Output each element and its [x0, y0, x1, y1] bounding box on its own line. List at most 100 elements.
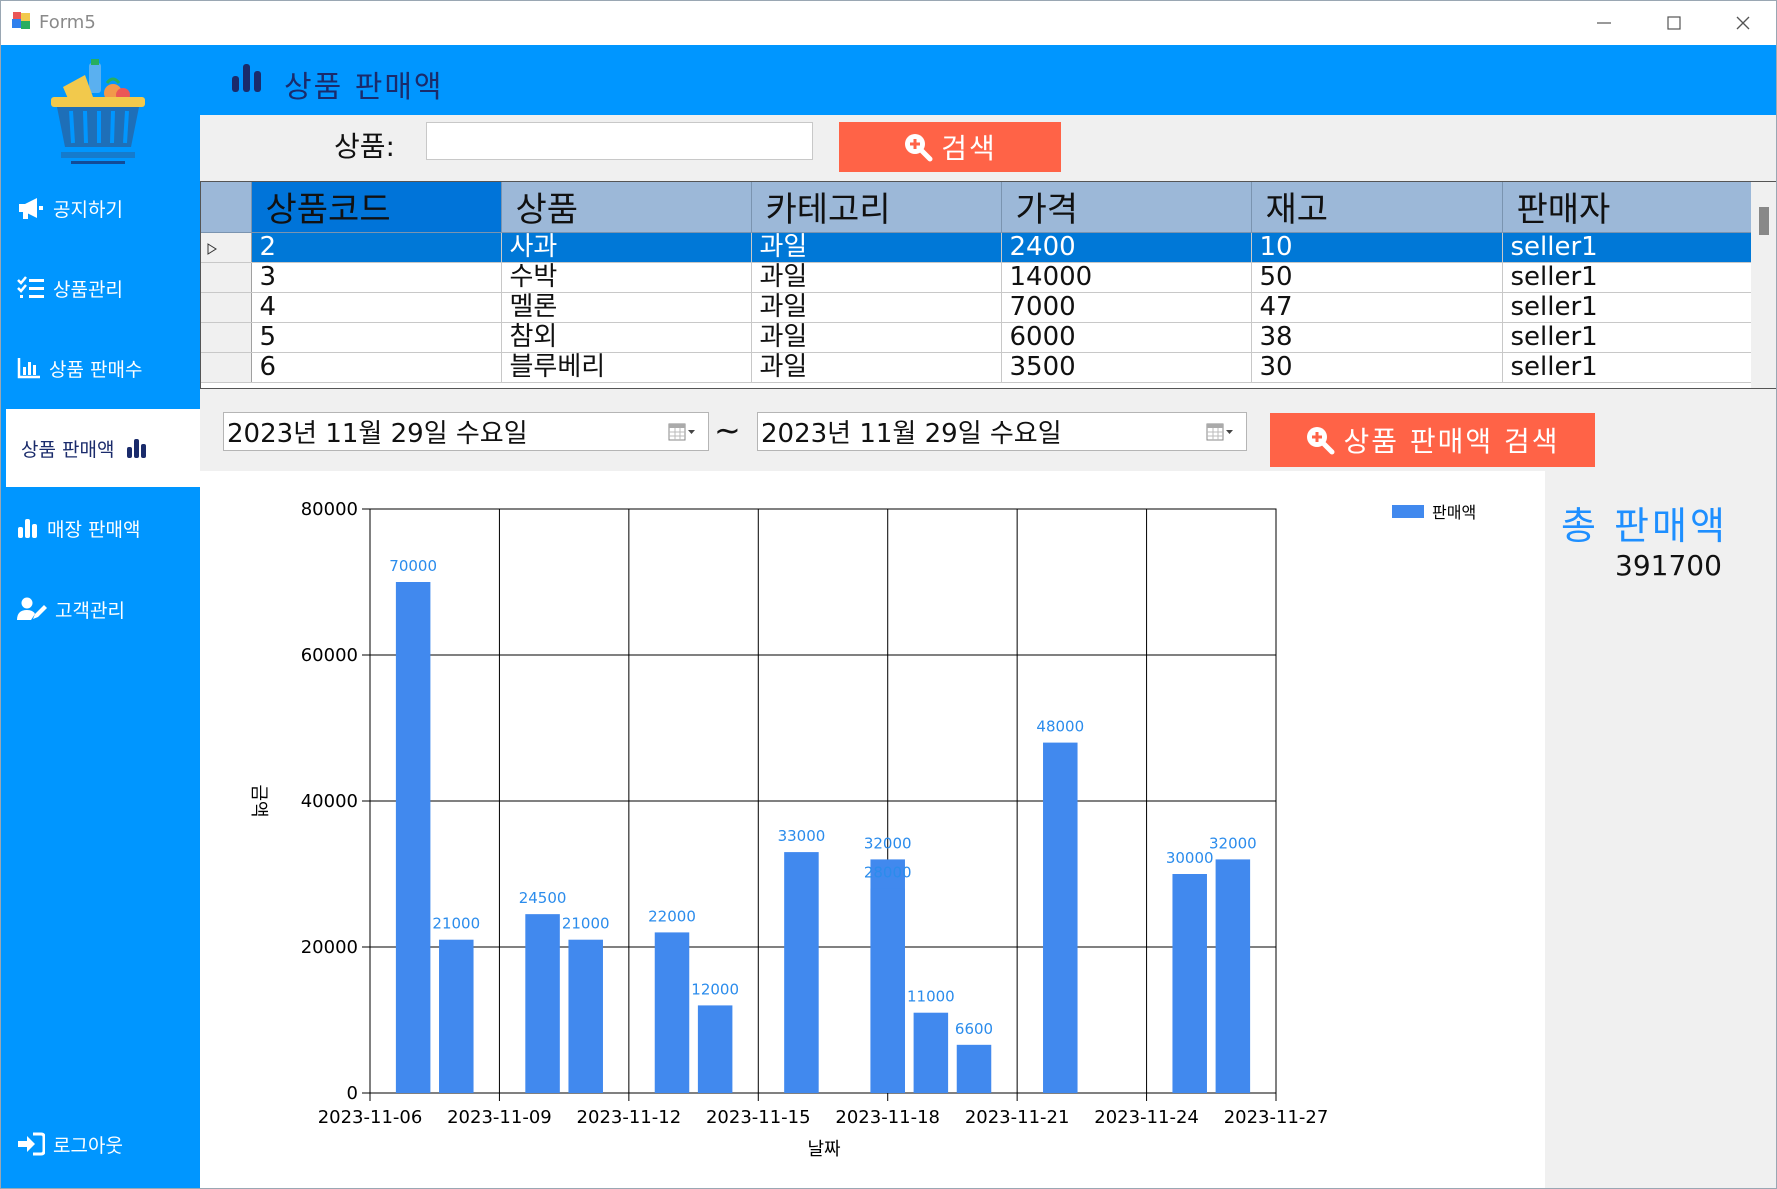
row-header[interactable] — [201, 352, 252, 383]
sidebar-item-customer-manage[interactable]: 고객관리 — [1, 570, 200, 648]
close-button[interactable] — [1708, 1, 1776, 45]
table-cell[interactable]: 2 — [251, 232, 502, 263]
row-header[interactable] — [201, 262, 252, 293]
product-search-input[interactable] — [426, 122, 813, 160]
bar — [395, 582, 431, 1093]
y-tick-label: 40000 — [301, 791, 358, 812]
bar — [525, 914, 560, 1093]
x-tick-label: 2023-11-24 — [1094, 1107, 1199, 1128]
x-tick-label: 2023-11-09 — [447, 1107, 552, 1128]
data-label: 24500 — [519, 889, 567, 907]
logout-button[interactable]: 로그아웃 — [1, 1105, 200, 1183]
sidebar-item-product-manage[interactable]: 상품관리 — [1, 249, 200, 327]
data-label: 33000 — [778, 827, 826, 845]
table-cell[interactable]: 6000 — [1001, 322, 1252, 353]
table-cell[interactable]: seller1 — [1502, 262, 1753, 293]
table-row[interactable]: 3 수박 과일 14000 50 seller1 — [201, 262, 1753, 293]
y-axis-title: 금액 — [248, 784, 269, 817]
table-scrollbar[interactable] — [1751, 182, 1776, 388]
table-cell[interactable]: 과일 — [751, 352, 1002, 383]
column-header-product[interactable]: 상품 — [501, 182, 752, 233]
sidebar-item-notice[interactable]: 공지하기 — [1, 169, 200, 247]
table-cell[interactable]: seller1 — [1502, 292, 1753, 323]
end-date-value: 2023년 11월 29일 수요일 — [761, 419, 1062, 449]
table-row[interactable]: 5 참외 과일 6000 38 seller1 — [201, 322, 1753, 353]
y-tick-label: 20000 — [301, 937, 358, 958]
table-cell[interactable]: 수박 — [501, 262, 752, 293]
logout-icon — [18, 1132, 45, 1156]
data-label: 32000 — [1209, 834, 1257, 852]
column-header-category[interactable]: 카테고리 — [751, 182, 1002, 233]
calendar-dropdown-icon[interactable] — [668, 423, 696, 441]
table-cell[interactable]: 과일 — [751, 322, 1002, 353]
maximize-icon — [1667, 16, 1681, 30]
column-header-stock[interactable]: 재고 — [1251, 182, 1503, 233]
sidebar-item-label: 상품 판매수 — [49, 358, 143, 381]
table-cell[interactable]: seller1 — [1502, 322, 1753, 353]
end-date-picker[interactable]: 2023년 11월 29일 수요일 — [757, 412, 1247, 451]
table-cell[interactable]: 3500 — [1001, 352, 1252, 383]
sales-search-button-label: 상품 판매액 검색 — [1343, 425, 1560, 458]
data-label: 28000 — [864, 864, 912, 882]
table-cell[interactable]: 3 — [251, 262, 502, 293]
x-tick-label: 2023-11-21 — [965, 1107, 1070, 1128]
table-cell[interactable]: 14000 — [1001, 262, 1252, 293]
data-label: 30000 — [1166, 849, 1214, 867]
close-icon — [1736, 16, 1750, 30]
data-label: 6600 — [955, 1020, 993, 1038]
y-tick-label: 80000 — [301, 499, 358, 520]
table-cell[interactable]: 6 — [251, 352, 502, 383]
table-cell[interactable]: 멜론 — [501, 292, 752, 323]
table-cell[interactable]: 47 — [1251, 292, 1503, 323]
header-bar: 상품 판매액 — [200, 45, 1776, 115]
table-cell[interactable]: 7000 — [1001, 292, 1252, 323]
scrollbar-thumb[interactable] — [1759, 207, 1769, 235]
table-cell[interactable]: 참외 — [501, 322, 752, 353]
table-cell[interactable]: 2400 — [1001, 232, 1252, 263]
data-label: 12000 — [691, 980, 739, 998]
table-cell[interactable]: 38 — [1251, 322, 1503, 353]
minimize-button[interactable] — [1569, 1, 1639, 45]
row-header[interactable] — [201, 322, 252, 353]
search-button[interactable]: 검색 — [839, 122, 1061, 172]
data-label: 70000 — [389, 557, 437, 575]
table-row[interactable]: 2 사과 과일 2400 10 seller1 — [201, 232, 1753, 263]
sidebar-item-product-sales-count[interactable]: 상품 판매수 — [1, 329, 200, 407]
table-row[interactable]: 4 멜론 과일 7000 47 seller1 — [201, 292, 1753, 323]
sales-search-button[interactable]: 상품 판매액 검색 — [1270, 413, 1595, 467]
bar-chart-icon — [232, 64, 261, 92]
start-date-picker[interactable]: 2023년 11월 29일 수요일 — [223, 412, 709, 451]
total-sales-label: 총 판매액 — [1561, 504, 1728, 548]
table-cell[interactable]: 10 — [1251, 232, 1503, 263]
calendar-dropdown-icon[interactable] — [1206, 423, 1234, 441]
data-label: 48000 — [1036, 718, 1084, 736]
column-header-seller[interactable]: 판매자 — [1502, 182, 1753, 233]
table-cell[interactable]: 과일 — [751, 262, 1002, 293]
row-header[interactable] — [201, 292, 252, 323]
y-tick-label: 60000 — [301, 645, 358, 666]
table-cell[interactable]: 5 — [251, 322, 502, 353]
table-cell[interactable]: 과일 — [751, 232, 1002, 263]
column-header-price[interactable]: 가격 — [1001, 182, 1252, 233]
table-cell[interactable]: seller1 — [1502, 352, 1753, 383]
table-cell[interactable]: 30 — [1251, 352, 1503, 383]
table-cell[interactable]: 블루베리 — [501, 352, 752, 383]
sidebar-item-label: 상품 판매액 — [21, 438, 115, 461]
sidebar-item-product-sales-amount[interactable]: 상품 판매액 — [6, 409, 200, 487]
maximize-button[interactable] — [1639, 1, 1709, 45]
bar-chart-icon — [127, 439, 147, 458]
column-header-code[interactable]: 상품코드 — [251, 182, 502, 233]
sidebar-item-store-sales[interactable]: 매장 판매액 — [1, 489, 200, 567]
x-tick-label: 2023-11-27 — [1224, 1107, 1329, 1128]
row-header[interactable] — [201, 232, 252, 263]
list-check-icon — [17, 276, 44, 298]
search-plus-icon — [1307, 427, 1335, 455]
table-row[interactable]: 6 블루베리 과일 3500 30 seller1 — [201, 352, 1753, 383]
table-cell[interactable]: 과일 — [751, 292, 1002, 323]
x-tick-label: 2023-11-15 — [706, 1107, 811, 1128]
table-cell[interactable]: 4 — [251, 292, 502, 323]
table-cell[interactable]: 사과 — [501, 232, 752, 263]
megaphone-icon — [19, 198, 43, 219]
table-cell[interactable]: 50 — [1251, 262, 1503, 293]
table-cell[interactable]: seller1 — [1502, 232, 1753, 263]
